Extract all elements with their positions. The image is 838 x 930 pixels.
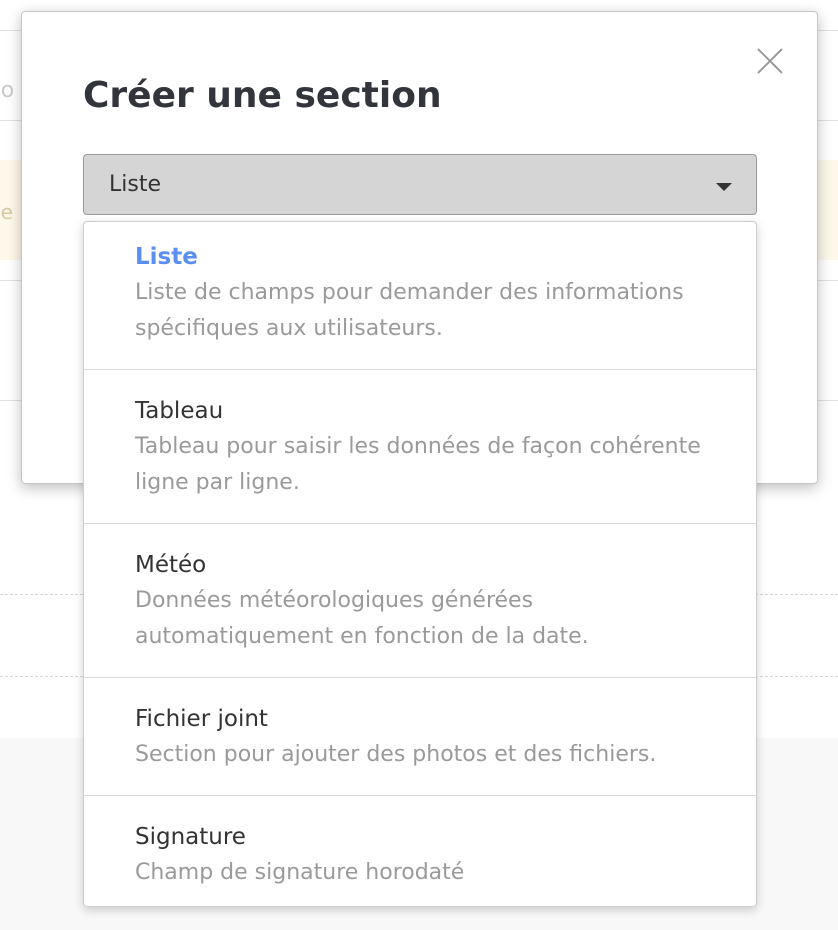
section-type-select[interactable]: Liste (83, 154, 757, 215)
option-title: Météo (135, 552, 207, 578)
option-description: Liste de champs pour demander des inform… (135, 280, 684, 341)
close-button[interactable] (755, 46, 785, 76)
option-title: Tableau (135, 398, 224, 424)
option-title: Fichier joint (135, 706, 268, 732)
caret-down-icon (716, 183, 732, 191)
background-cut-text: tio (0, 78, 15, 103)
background-warning-text: ne (0, 200, 13, 224)
option-description: Section pour ajouter des photos et des f… (135, 742, 657, 767)
option-title: Liste (135, 244, 198, 270)
section-type-dropdown: Liste Liste de champs pour demander des … (83, 221, 757, 907)
option-meteo[interactable]: Météo Données météorologiques générées a… (84, 524, 756, 677)
option-title: Signature (135, 824, 246, 850)
option-description: Tableau pour saisir les données de façon… (135, 434, 701, 495)
option-fichier-joint[interactable]: Fichier joint Section pour ajouter des p… (84, 678, 756, 795)
close-icon (757, 48, 783, 74)
section-type-select-value: Liste (109, 172, 161, 197)
option-description: Champ de signature horodaté (135, 860, 465, 885)
option-liste[interactable]: Liste Liste de champs pour demander des … (84, 222, 756, 369)
option-tableau[interactable]: Tableau Tableau pour saisir les données … (84, 370, 756, 523)
option-description: Données météorologiques générées automat… (135, 588, 589, 649)
option-signature[interactable]: Signature Champ de signature horodaté (84, 796, 756, 906)
modal-title: Créer une section (83, 75, 442, 116)
